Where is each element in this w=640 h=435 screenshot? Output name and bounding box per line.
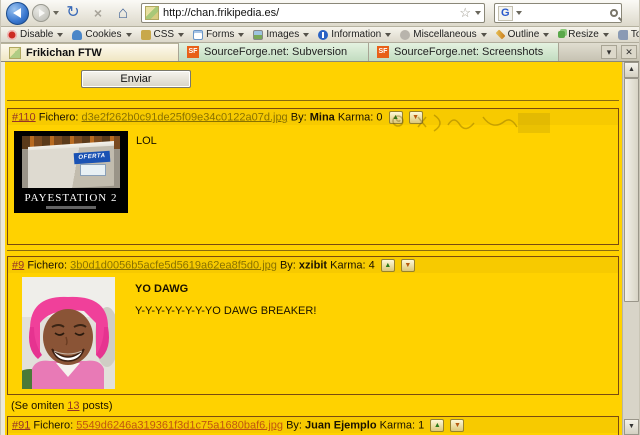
search-icon[interactable]	[610, 9, 618, 17]
search-input[interactable]	[524, 7, 607, 19]
resize-icon	[558, 31, 566, 38]
sourceforge-favicon: SF	[187, 46, 199, 58]
devbar-resize[interactable]: Resize	[558, 29, 609, 40]
post-110: #110 Fichero: d3e2f262b0c91de25f09e34c01…	[7, 108, 619, 245]
stop-icon[interactable]: ×	[87, 2, 109, 24]
tools-icon	[617, 29, 628, 40]
list-all-tabs-icon[interactable]: ▾	[601, 45, 617, 59]
graffiti-doodle	[392, 113, 550, 133]
vertical-scrollbar[interactable]: ▲ ▼	[622, 62, 639, 435]
post-header: #9 Fichero: 3b0d1d0056b5acfe5d5619a62ea8…	[8, 257, 618, 273]
post-91: #91 Fichero: 5549d6246a319361f3d1c75a168…	[7, 416, 619, 435]
post-file-link[interactable]: d3e2f262b0c91de25f09e34c0122a07d.jpg	[82, 111, 288, 123]
back-icon[interactable]	[6, 1, 29, 25]
devbar-images[interactable]: Images	[253, 29, 310, 40]
post-comment-title: YO DAWG	[135, 283, 189, 295]
post-file-link[interactable]: 3b0d1d0056b5acfe5d5619a62ea8f5d0.jpg	[70, 259, 277, 271]
search-engine-dropdown-icon[interactable]	[515, 11, 522, 15]
devbar-information[interactable]: Information	[318, 29, 392, 40]
enviar-button[interactable]: Enviar	[81, 70, 191, 88]
divider	[7, 250, 619, 251]
web-developer-toolbar: Disable Cookies CSS Forms Images Informa…	[1, 27, 639, 43]
miscellaneous-icon	[400, 29, 411, 40]
navigation-toolbar: ↻ × ⌂ ☆ G	[1, 0, 639, 27]
post-file-link[interactable]: 5549d6246a319361f3d1c75a1680baf6.jpg	[76, 419, 283, 431]
post-author: Juan Ejemplo	[305, 419, 377, 432]
outline-icon	[495, 29, 506, 40]
css-icon	[140, 29, 151, 40]
tab-sourceforge-subversion[interactable]: SF SourceForge.net: Subversion	[179, 43, 369, 61]
home-icon[interactable]: ⌂	[112, 2, 134, 24]
tab-strip: Frikichan FTW SF SourceForge.net: Subver…	[1, 43, 639, 62]
divider	[7, 100, 619, 101]
omitted-posts-link[interactable]: 13	[67, 400, 79, 412]
karma-value: 0	[376, 111, 383, 124]
close-tab-icon[interactable]: ✕	[621, 45, 637, 59]
karma-up-button[interactable]: ▲	[430, 419, 445, 432]
post-id-link[interactable]: #110	[12, 111, 36, 123]
post-id-link[interactable]: #91	[12, 419, 30, 431]
images-icon	[253, 29, 264, 40]
post-image-payestation[interactable]: OFERTA PAYESTATION 2	[14, 131, 128, 213]
frikichan-favicon	[9, 46, 21, 59]
information-icon	[318, 29, 329, 40]
url-input[interactable]	[163, 7, 456, 19]
karma-value: 4	[368, 259, 375, 272]
karma-down-button[interactable]: ▼	[450, 419, 465, 432]
forms-icon	[193, 29, 204, 40]
karma-value: 1	[418, 419, 425, 432]
page-content: Enviar #110 Fichero: d3e2f262b0c91de25f0…	[5, 62, 623, 435]
refresh-icon[interactable]: ↻	[62, 2, 84, 24]
sourceforge-favicon: SF	[377, 46, 389, 58]
devbar-cookies[interactable]: Cookies	[72, 29, 132, 40]
tab-frikichan[interactable]: Frikichan FTW	[1, 43, 179, 61]
price-tag	[80, 164, 106, 176]
omitted-posts-note: (Se omiten 13 posts)	[11, 400, 113, 412]
post-header: #91 Fichero: 5549d6246a319361f3d1c75a168…	[8, 417, 618, 433]
urlbar-dropdown-icon[interactable]	[475, 11, 481, 15]
devbar-forms[interactable]: Forms	[193, 29, 245, 40]
scrollbar-thumb[interactable]	[624, 78, 639, 302]
devbar-tools[interactable]: Tools	[617, 29, 639, 40]
karma-down-button[interactable]: ▼	[400, 259, 415, 272]
scroll-down-icon[interactable]: ▼	[624, 419, 639, 435]
browser-window: ↻ × ⌂ ☆ G Disable Cookies CSS Forms Imag…	[0, 0, 640, 435]
devbar-miscellaneous[interactable]: Miscellaneous	[400, 29, 487, 40]
devbar-css[interactable]: CSS	[140, 29, 185, 40]
post-9: #9 Fichero: 3b0d1d0056b5acfe5d5619a62ea8…	[7, 256, 619, 395]
scroll-up-icon[interactable]: ▲	[624, 62, 639, 78]
disable-icon	[7, 29, 17, 40]
tab-sourceforge-screenshots[interactable]: SF SourceForge.net: Screenshots	[369, 43, 559, 61]
post-comment: Y-Y-Y-Y-Y-Y-Y-YO DAWG BREAKER!	[135, 305, 317, 317]
search-engine-icon[interactable]: G	[498, 5, 513, 21]
poster-subtitle	[46, 206, 96, 209]
post-author: xzibit	[298, 259, 328, 272]
karma-up-button[interactable]: ▲	[380, 259, 395, 272]
post-author: Mina	[309, 111, 335, 124]
forward-icon[interactable]	[32, 4, 50, 22]
history-dropdown-icon[interactable]	[53, 11, 59, 15]
poster-caption: PAYESTATION 2	[24, 192, 118, 204]
devbar-outline[interactable]: Outline	[495, 29, 550, 40]
bookmark-star-icon[interactable]: ☆	[459, 5, 471, 21]
address-bar[interactable]: ☆	[141, 3, 485, 23]
cookies-icon	[72, 29, 83, 40]
post-comment: LOL	[136, 135, 157, 147]
post-image-yodawg[interactable]	[22, 277, 115, 389]
site-favicon	[145, 6, 159, 20]
devbar-disable[interactable]: Disable	[7, 29, 64, 40]
post-id-link[interactable]: #9	[12, 259, 24, 271]
search-box[interactable]: G	[494, 3, 622, 23]
